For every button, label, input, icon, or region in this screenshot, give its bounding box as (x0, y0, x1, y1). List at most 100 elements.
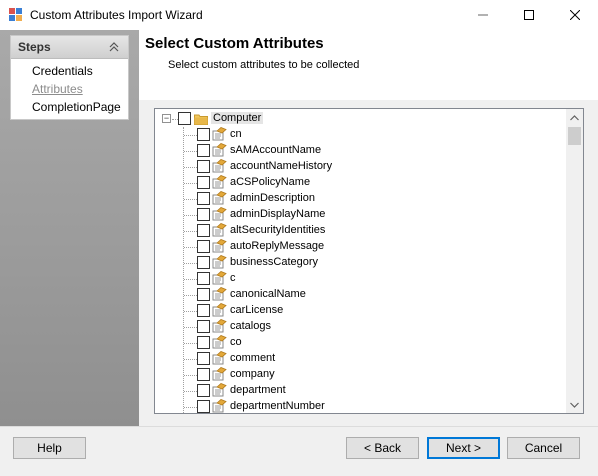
tree-connector (184, 359, 197, 360)
tree-attribute-row[interactable]: catalogs (155, 319, 567, 335)
tree-attribute-row[interactable]: department (155, 383, 567, 399)
attribute-label: cn (230, 128, 242, 140)
attribute-icon (212, 367, 227, 381)
attribute-label: autoReplyMessage (230, 240, 325, 252)
attribute-checkbox[interactable] (197, 320, 210, 333)
attribute-checkbox[interactable] (197, 240, 210, 253)
attribute-icon (212, 175, 227, 189)
scroll-down-button[interactable] (566, 396, 583, 413)
tree-root-row[interactable]: − Computer (155, 111, 567, 127)
tree-attribute-row[interactable]: company (155, 367, 567, 383)
step-attributes[interactable]: Attributes (32, 82, 83, 96)
footer: Help < Back Next > Cancel (0, 426, 598, 476)
attribute-checkbox[interactable] (197, 336, 210, 349)
attribute-icon (212, 143, 227, 157)
attribute-label: adminDisplayName (230, 208, 326, 220)
attribute-checkbox[interactable] (197, 192, 210, 205)
tree-connector (184, 375, 197, 376)
tree-attribute-row[interactable]: businessCategory (155, 255, 567, 271)
attribute-label: department (230, 384, 286, 396)
scroll-thumb[interactable] (568, 127, 581, 145)
attribute-icon (212, 207, 227, 221)
tree-connector (184, 167, 197, 168)
tree-attribute-row[interactable]: altSecurityIdentities (155, 223, 567, 239)
help-button[interactable]: Help (13, 437, 86, 459)
attribute-label: comment (230, 352, 276, 364)
attribute-icon (212, 399, 227, 413)
attribute-checkbox[interactable] (197, 144, 210, 157)
tree-attribute-row[interactable]: co (155, 335, 567, 351)
attribute-label: co (230, 336, 242, 348)
window-title: Custom Attributes Import Wizard (30, 8, 203, 22)
cancel-button[interactable]: Cancel (507, 437, 580, 459)
tree-attribute-row[interactable]: adminDisplayName (155, 207, 567, 223)
attribute-checkbox[interactable] (197, 208, 210, 221)
tree-root-label: Computer (211, 112, 264, 124)
next-button[interactable]: Next > (427, 437, 500, 459)
attribute-icon (212, 319, 227, 333)
content-header: Select Custom Attributes Select custom a… (139, 30, 598, 100)
minimize-icon (478, 14, 488, 16)
tree-attribute-row[interactable]: canonicalName (155, 287, 567, 303)
tree-connector (184, 215, 197, 216)
attribute-checkbox[interactable] (197, 288, 210, 301)
root-checkbox[interactable] (178, 112, 191, 125)
attribute-label: c (230, 272, 236, 284)
attribute-icon (212, 127, 227, 141)
attribute-label: catalogs (230, 320, 271, 332)
tree-attribute-row[interactable]: autoReplyMessage (155, 239, 567, 255)
attribute-icon (212, 239, 227, 253)
tree-connector (184, 135, 197, 136)
tree-connector (184, 183, 197, 184)
attribute-checkbox[interactable] (197, 256, 210, 269)
step-completion-page[interactable]: CompletionPage (32, 100, 121, 114)
tree-connector (184, 231, 197, 232)
tree-connector (184, 343, 197, 344)
close-button[interactable] (552, 0, 598, 30)
tree-attribute-row[interactable]: carLicense (155, 303, 567, 319)
tree-connector (184, 295, 197, 296)
attribute-label: altSecurityIdentities (230, 224, 326, 236)
attribute-checkbox[interactable] (197, 384, 210, 397)
chevron-down-icon (570, 402, 579, 408)
scroll-up-button[interactable] (566, 109, 583, 126)
attribute-checkbox[interactable] (197, 272, 210, 285)
back-button[interactable]: < Back (346, 437, 419, 459)
tree-content: − Computer cn sAMAccountName accountNameHi… (155, 109, 567, 413)
tree-attribute-row[interactable]: sAMAccountName (155, 143, 567, 159)
tree-attribute-row[interactable]: departmentNumber (155, 399, 567, 413)
attribute-checkbox[interactable] (197, 176, 210, 189)
tree-connector (184, 327, 197, 328)
maximize-icon (524, 10, 534, 20)
step-credentials[interactable]: Credentials (32, 64, 93, 78)
page-title: Select Custom Attributes (145, 35, 324, 52)
attribute-tree[interactable]: − Computer cn sAMAccountName accountNameHi… (154, 108, 584, 414)
attribute-checkbox[interactable] (197, 352, 210, 365)
attribute-checkbox[interactable] (197, 128, 210, 141)
steps-panel: Steps Credentials Attributes CompletionP… (10, 35, 129, 120)
minimize-button[interactable] (460, 0, 506, 30)
attribute-checkbox[interactable] (197, 224, 210, 237)
app-icon (9, 8, 22, 21)
tree-attribute-row[interactable]: aCSPolicyName (155, 175, 567, 191)
tree-attribute-row[interactable]: accountNameHistory (155, 159, 567, 175)
tree-attribute-row[interactable]: comment (155, 351, 567, 367)
attribute-icon (212, 255, 227, 269)
attribute-label: carLicense (230, 304, 284, 316)
tree-connector (184, 391, 197, 392)
tree-attribute-row[interactable]: cn (155, 127, 567, 143)
tree-attribute-row[interactable]: adminDescription (155, 191, 567, 207)
attribute-checkbox[interactable] (197, 304, 210, 317)
collapse-node-icon[interactable]: − (162, 114, 171, 123)
attribute-checkbox[interactable] (197, 368, 210, 381)
steps-title: Steps (18, 40, 51, 54)
collapse-icon[interactable] (108, 41, 120, 53)
steps-header[interactable]: Steps (11, 36, 128, 59)
vertical-scrollbar[interactable] (566, 109, 583, 413)
attribute-icon (212, 271, 227, 285)
attribute-checkbox[interactable] (197, 160, 210, 173)
attribute-icon (212, 335, 227, 349)
attribute-checkbox[interactable] (197, 400, 210, 413)
tree-attribute-row[interactable]: c (155, 271, 567, 287)
maximize-button[interactable] (506, 0, 552, 30)
